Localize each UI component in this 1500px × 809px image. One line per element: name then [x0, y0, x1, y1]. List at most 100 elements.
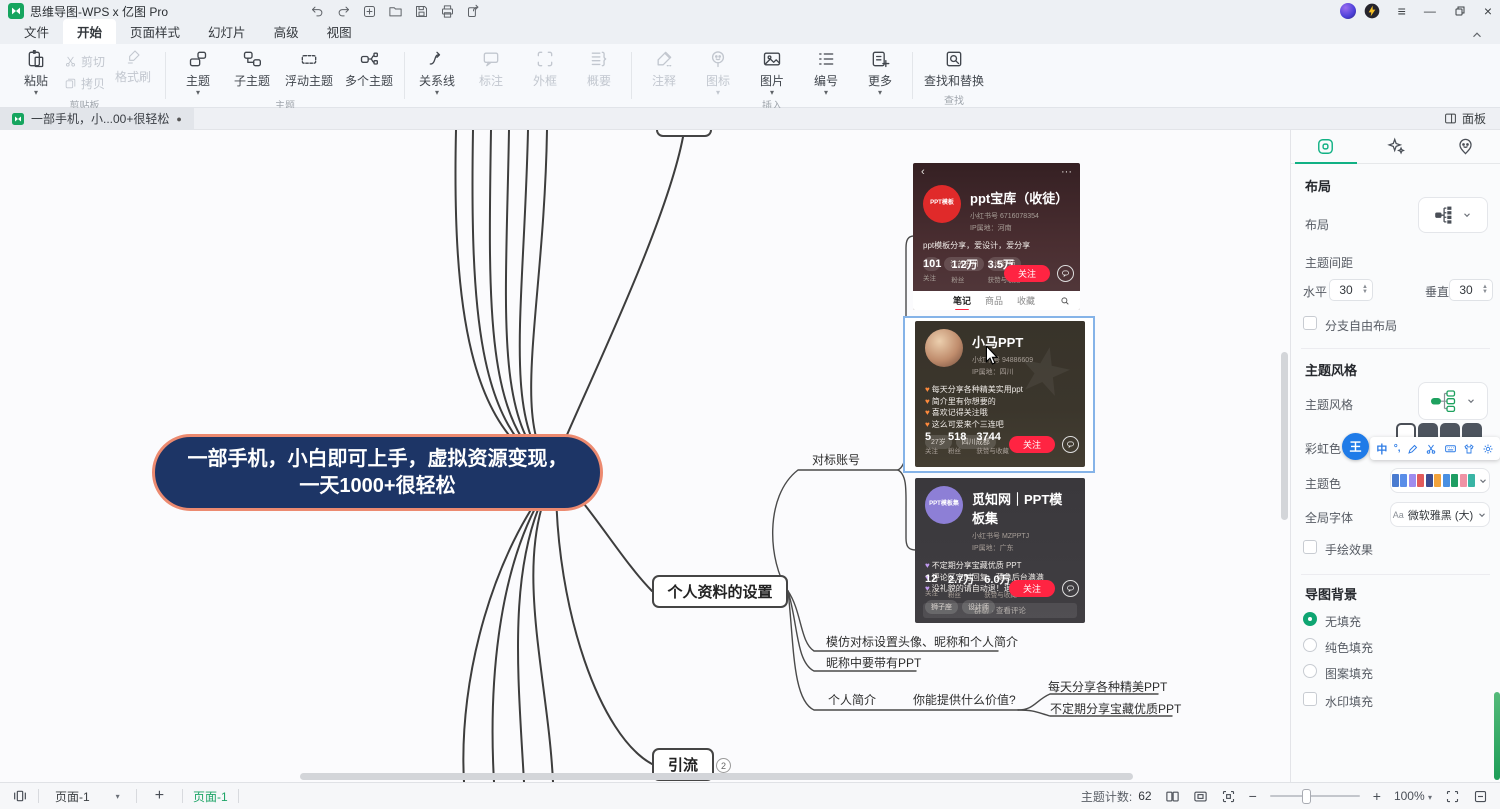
- canvas-vertical-scrollbar[interactable]: [1281, 352, 1288, 520]
- menu-tab-页面样式[interactable]: 页面样式: [116, 19, 194, 44]
- fit-window-icon[interactable]: [1193, 789, 1208, 804]
- ime-scissors-icon[interactable]: [1425, 443, 1437, 455]
- 标注-button[interactable]: 标注: [465, 48, 517, 90]
- minimize-button[interactable]: —: [1424, 4, 1436, 18]
- zoom-slider-thumb[interactable]: [1302, 789, 1311, 804]
- 剪切-button[interactable]: 剪切: [64, 53, 105, 70]
- vertical-spacing-stepper[interactable]: 30▲▼: [1449, 279, 1493, 301]
- share-icon[interactable]: [464, 2, 482, 20]
- ime-logo-icon[interactable]: 王: [1342, 433, 1369, 460]
- tab-sticker-panel[interactable]: [1430, 130, 1500, 163]
- profile-tab-笔记[interactable]: 笔记: [953, 294, 971, 307]
- 图片-button[interactable]: 图片▾: [746, 48, 798, 97]
- mindmap-canvas[interactable]: 一部手机，小白即可上手，虚拟资源变现，一天1000+很轻松 个人资料的设置 引流…: [0, 130, 1290, 782]
- collapse-toolbar-icon[interactable]: [1473, 789, 1488, 804]
- watermark-fill-checkbox[interactable]: [1303, 692, 1317, 706]
- 格式刷-button[interactable]: 格式刷: [107, 48, 159, 86]
- 关系线-button[interactable]: 关系线▾: [411, 48, 463, 97]
- 拷贝-button[interactable]: 拷贝: [64, 75, 105, 92]
- 粘贴-button[interactable]: 粘贴▾: [10, 48, 62, 97]
- ime-keyboard-icon[interactable]: [1444, 442, 1457, 455]
- menu-tab-开始[interactable]: 开始: [63, 19, 116, 44]
- zoom-slider[interactable]: [1270, 795, 1360, 797]
- menu-tab-高级[interactable]: 高级: [260, 19, 313, 44]
- vip-badge-icon[interactable]: [1364, 3, 1380, 19]
- profile-tab-商品[interactable]: 商品: [985, 294, 1003, 307]
- xhs-profile-card-2[interactable]: ★小马PPT小红书号 94886609IP属地：四川♥每天分享各种精美实用ppt…: [915, 321, 1085, 467]
- zoom-in-button[interactable]: +: [1373, 788, 1381, 804]
- active-page-tab[interactable]: 页面-1: [193, 788, 228, 805]
- redo-icon[interactable]: [334, 2, 352, 20]
- profile-footer-bar[interactable]: 群聊 · 查看评论: [923, 603, 1077, 618]
- sub-topic-intro[interactable]: 个人简介: [828, 691, 876, 708]
- sub-topic-nickname[interactable]: 昵称中要带有PPT: [826, 654, 921, 671]
- 外框-button[interactable]: 外框: [519, 48, 571, 90]
- panel-scrollbar[interactable]: [1494, 692, 1500, 780]
- 概要-button[interactable]: 概要: [573, 48, 625, 90]
- ime-pen-icon[interactable]: [1407, 443, 1419, 455]
- sub-topic-imitate[interactable]: 模仿对标设置头像、昵称和个人简介: [826, 633, 1018, 650]
- open-icon[interactable]: [386, 2, 404, 20]
- background-radio-图案填充[interactable]: [1303, 664, 1317, 678]
- close-button[interactable]: ×: [1484, 3, 1492, 19]
- sub-topic-value-question[interactable]: 你能提供什么价值?: [913, 691, 1016, 708]
- zoom-level[interactable]: 100% ▾: [1394, 789, 1432, 803]
- restore-button[interactable]: [1454, 5, 1466, 17]
- menu-tab-文件[interactable]: 文件: [10, 19, 63, 44]
- user-avatar[interactable]: [1340, 3, 1356, 19]
- message-button[interactable]: [1062, 580, 1079, 597]
- leaf-irregular-share[interactable]: 不定期分享宝藏优质PPT: [1050, 700, 1181, 717]
- ime-skin-icon[interactable]: [1463, 443, 1475, 455]
- xhs-profile-card-3[interactable]: PPT模板集觅知网｜PPT模板集小红书号 MZPPTJIP属地：广东♥不定期分享…: [915, 478, 1085, 623]
- background-radio-纯色填充[interactable]: [1303, 638, 1317, 652]
- profile-setup-node[interactable]: 个人资料的设置: [652, 575, 788, 608]
- 编号-button[interactable]: 编号▾: [800, 48, 852, 97]
- background-radio-无填充[interactable]: [1303, 612, 1317, 626]
- ime-punctuation-icon[interactable]: °,: [1394, 443, 1401, 454]
- 图标-button[interactable]: 图标▾: [692, 48, 744, 97]
- outline-view-icon[interactable]: [1165, 789, 1180, 804]
- focus-mode-icon[interactable]: [1221, 789, 1236, 804]
- follow-button[interactable]: 关注: [1004, 265, 1050, 282]
- horizontal-spacing-stepper[interactable]: 30▲▼: [1329, 279, 1373, 301]
- add-page-button[interactable]: +: [147, 787, 172, 805]
- tab-ai-panel[interactable]: [1361, 130, 1431, 163]
- xhs-profile-card-1[interactable]: ‹···PPT模板ppt宝库（收徒）小红书号 6716078354IP属地：河南…: [913, 163, 1080, 310]
- global-font-dropdown[interactable]: Aa 微软雅黑 (大): [1390, 502, 1490, 527]
- profile-tab-收藏[interactable]: 收藏: [1017, 294, 1035, 307]
- 子主题-button[interactable]: 子主题: [226, 48, 278, 90]
- free-branch-checkbox[interactable]: [1303, 316, 1317, 330]
- 主题-button[interactable]: 主题▾: [172, 48, 224, 97]
- panel-toggle-button[interactable]: 面板: [1444, 110, 1500, 127]
- menu-tab-幻灯片[interactable]: 幻灯片: [194, 19, 260, 44]
- page-selector-dropdown[interactable]: 页面-1▾: [49, 788, 126, 805]
- collapse-ribbon-icon[interactable]: [1470, 28, 1484, 44]
- clipped-top-node[interactable]: [656, 130, 712, 137]
- follow-button[interactable]: 关注: [1009, 436, 1055, 453]
- central-topic-node[interactable]: 一部手机，小白即可上手，虚拟资源变现，一天1000+很轻松: [152, 434, 603, 511]
- ime-toolbar[interactable]: 中 °,: [1370, 437, 1500, 460]
- message-button[interactable]: [1057, 265, 1074, 282]
- 多个主题-button[interactable]: 多个主题: [340, 48, 398, 90]
- more-dots-icon[interactable]: ···: [1061, 167, 1072, 177]
- layout-dropdown[interactable]: [1418, 197, 1488, 233]
- new-file-icon[interactable]: [360, 2, 378, 20]
- back-icon[interactable]: ‹: [921, 167, 925, 177]
- print-icon[interactable]: [438, 2, 456, 20]
- ime-settings-icon[interactable]: [1482, 443, 1494, 455]
- follow-button[interactable]: 关注: [1009, 580, 1055, 597]
- canvas-horizontal-scrollbar[interactable]: [300, 773, 1133, 780]
- document-tab[interactable]: 一部手机，小...00+很轻松 ●: [0, 108, 194, 130]
- tab-style-panel[interactable]: [1291, 130, 1361, 163]
- 更多-button[interactable]: 更多▾: [854, 48, 906, 97]
- benchmark-account-label[interactable]: 对标账号: [812, 451, 860, 468]
- save-icon[interactable]: [412, 2, 430, 20]
- undo-icon[interactable]: [308, 2, 326, 20]
- hand-drawn-checkbox[interactable]: [1303, 540, 1317, 554]
- message-button[interactable]: [1062, 436, 1079, 453]
- search-icon[interactable]: [1060, 296, 1070, 306]
- zoom-out-button[interactable]: −: [1249, 788, 1257, 804]
- leaf-daily-share[interactable]: 每天分享各种精美PPT: [1048, 678, 1167, 695]
- hamburger-menu-icon[interactable]: ≡: [1398, 3, 1406, 19]
- collapsed-count-badge[interactable]: 2: [716, 758, 731, 773]
